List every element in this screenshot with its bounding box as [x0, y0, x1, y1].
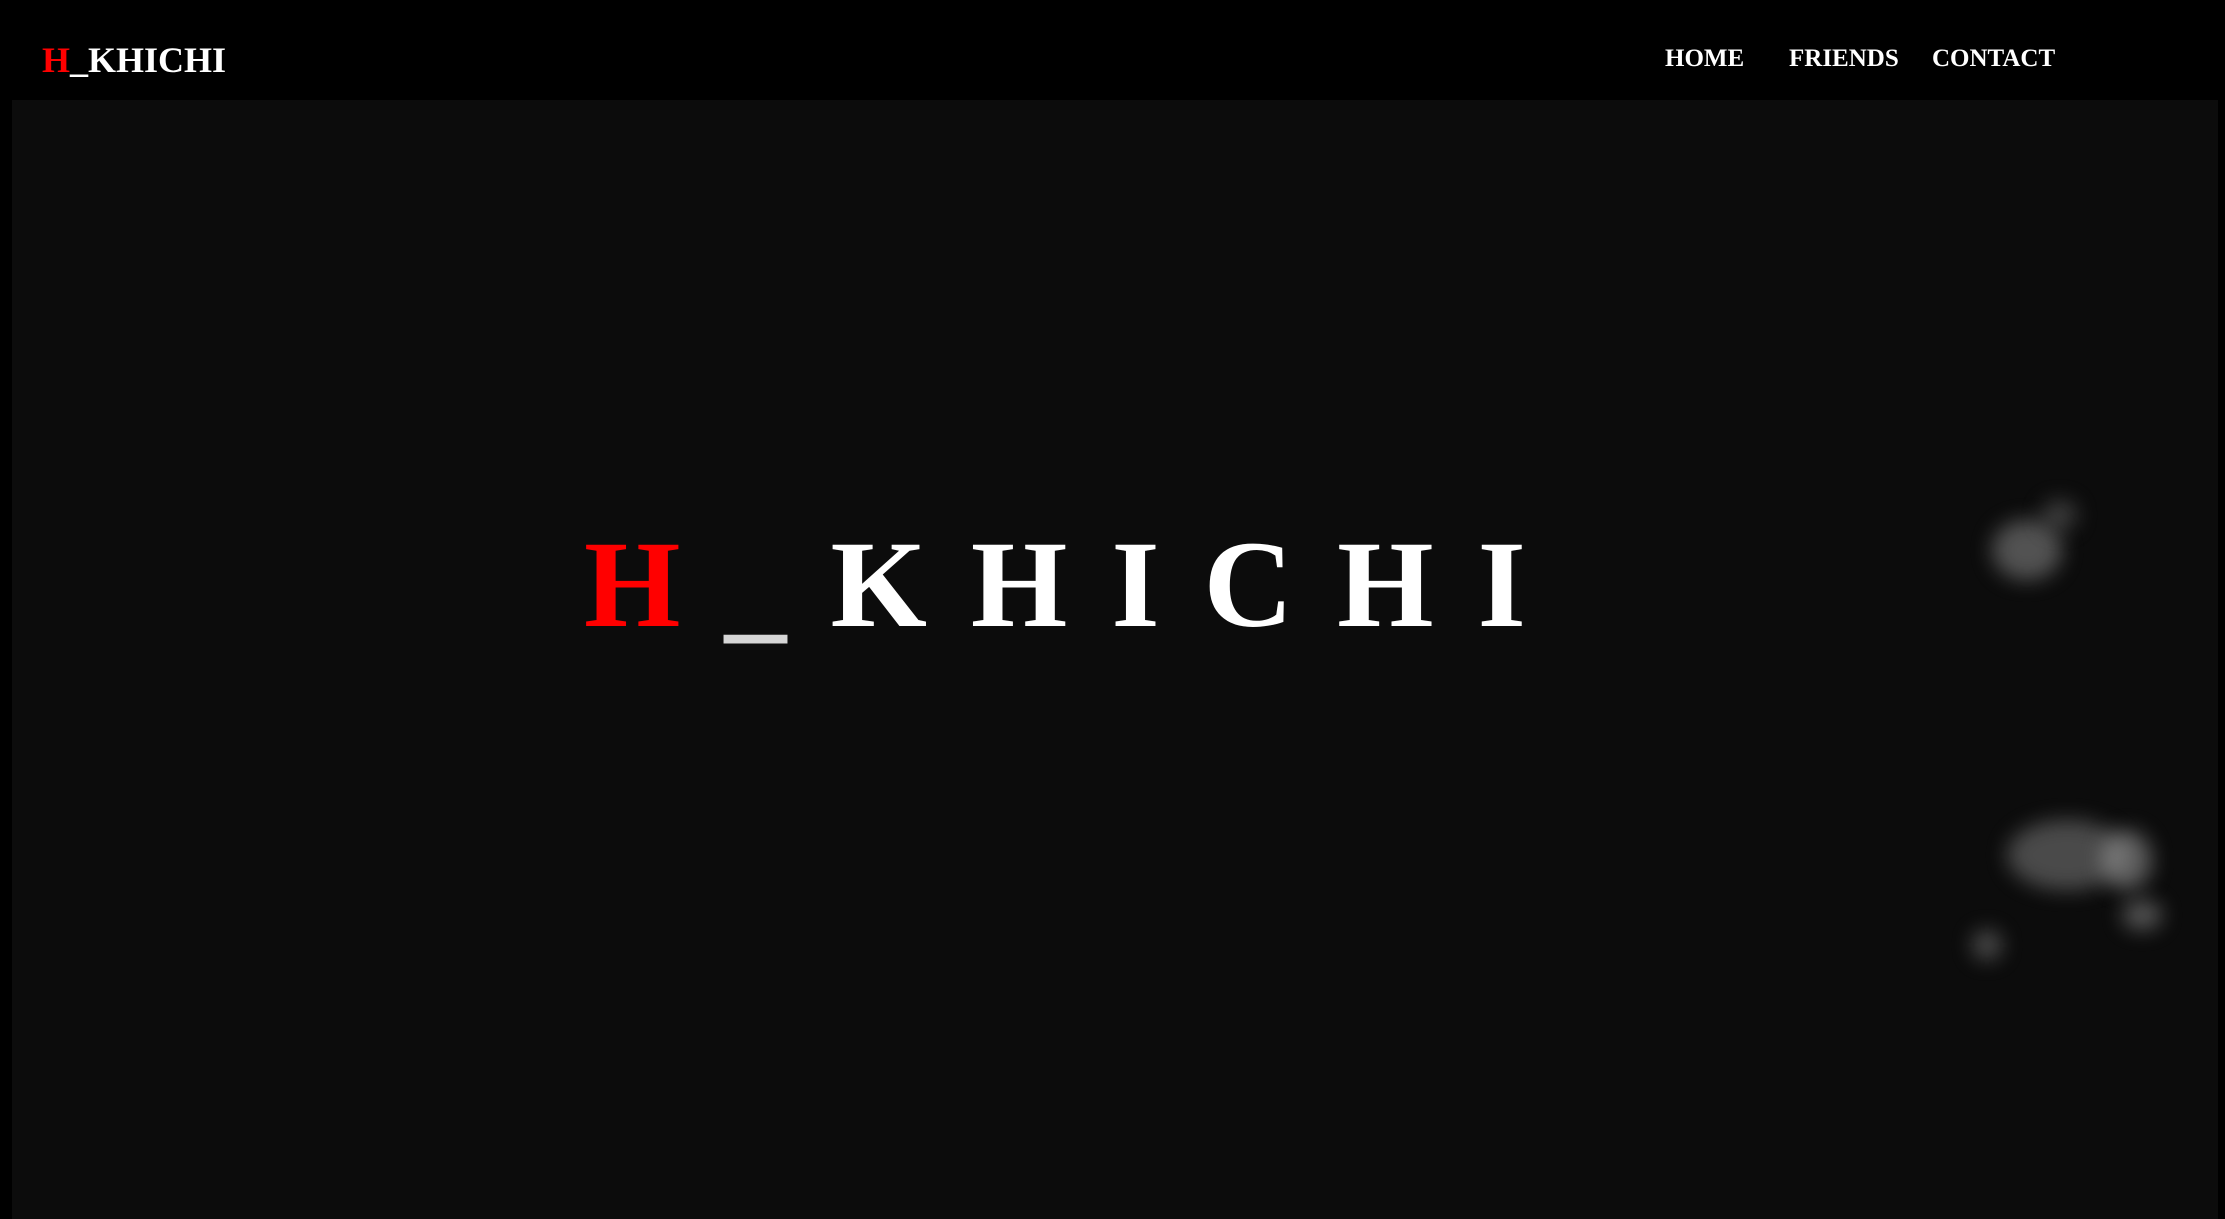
- site-logo[interactable]: H_KHICHI: [42, 36, 226, 84]
- logo-accent-letter: H: [42, 40, 71, 80]
- smoke-decoration: [1992, 520, 2062, 580]
- nav-link-home[interactable]: HOME: [1665, 42, 1744, 76]
- hero-title-rest: KHICHI: [830, 516, 1570, 653]
- nav-link-contact[interactable]: CONTACT: [1932, 42, 2055, 76]
- smoke-decoration: [1972, 930, 2002, 960]
- hero-title-underscore: _: [724, 516, 831, 653]
- smoke-decoration: [2102, 830, 2152, 890]
- logo-text: _KHICHI: [70, 40, 227, 80]
- nav-link-friends[interactable]: FRIENDS: [1789, 42, 1899, 76]
- hero-section: H_KHICHI: [12, 100, 2218, 1219]
- top-navbar: H_KHICHI HOME FRIENDS CONTACT: [0, 0, 2225, 100]
- hero-title-accent: H: [584, 516, 725, 653]
- smoke-decoration: [2122, 900, 2162, 930]
- smoke-decoration: [2042, 500, 2077, 530]
- hero-title: H_KHICHI: [584, 510, 1570, 660]
